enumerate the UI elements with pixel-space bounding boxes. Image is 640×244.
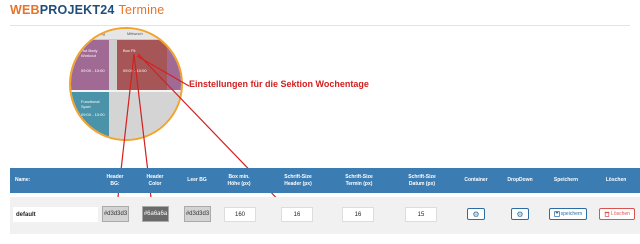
col-schrift-datum: Schrift-Size Datum (px) [408,174,436,187]
delete-button[interactable]: Löschen [599,208,635,220]
gears-icon: ⚙ [472,209,480,219]
col-box-min-hoehe: Box min. Höhe (px) [227,174,251,187]
lens-block-purple: Hot Body Workout 09:00 - 10:00 [71,40,109,90]
lens-block-teal: Functional Sport 09:00 - 10:00 [71,92,109,139]
lens-block-boxfit: Box Fit 09:00 - 10:00 [117,40,153,90]
header-bg-color-picker[interactable]: #d3d3d3 [102,206,129,222]
leer-bg-color-picker[interactable]: #d3d3d3 [184,206,211,222]
gears-icon: ⚙ [516,209,524,219]
col-container: Container [464,177,488,184]
magnifier-lens: Dienstag Mittwoch Hot Body Workout 09:00… [69,27,183,141]
col-schrift-header: Schrift-Size Header (px) [284,174,312,187]
col-leer-bg: Leer BG [187,177,207,184]
save-icon [553,211,560,217]
header-divider [10,25,630,26]
col-speichern: Speichern [553,177,579,184]
col-dropdown: DropDown [507,177,533,184]
lens-day-header: Dienstag Mittwoch [71,29,181,40]
col-schrift-termin: Schrift-Size Termin (px) [345,174,373,187]
page-subtitle: Termine [118,3,165,17]
save-button[interactable]: speichern [549,208,587,220]
header-color-picker[interactable]: #6a6a6a [142,206,169,222]
box-min-hoehe-input[interactable]: 160 [224,207,256,222]
trash-icon [604,211,610,217]
schrift-datum-input[interactable]: 15 [405,207,437,222]
lens-empty-slot-2 [109,92,181,139]
brand-part2: PROJEKT24 [39,3,115,17]
lens-day-mid: Mittwoch [127,31,143,36]
col-loeschen: Löschen [605,177,627,184]
table-row: default #d3d3d3 #6a6a6a #d3d3d3 160 16 1… [10,197,640,234]
schrift-termin-input[interactable]: 16 [342,207,374,222]
delete-button-label: Löschen [611,211,630,217]
lens-block-purple-2 [167,40,181,90]
schrift-header-input[interactable]: 16 [281,207,313,222]
name-field[interactable]: default [13,207,98,222]
annotation-text: Einstellungen für die Sektion Wochentage [189,79,369,89]
dropdown-settings-button[interactable]: ⚙ [511,208,529,220]
table-header: Name: Header BG: Header Color Leer BG Box … [10,168,640,193]
save-button-label: speichern [560,211,583,217]
col-header-color: Header Color [146,174,164,187]
col-name: Name: [15,177,31,184]
col-header-bg: Header BG: [106,174,124,187]
app-title: WEBPROJEKT24 Termine [10,3,164,17]
brand-part1: WEB [10,3,40,17]
container-settings-button[interactable]: ⚙ [467,208,485,220]
lens-day-left: Dienstag [89,31,105,36]
